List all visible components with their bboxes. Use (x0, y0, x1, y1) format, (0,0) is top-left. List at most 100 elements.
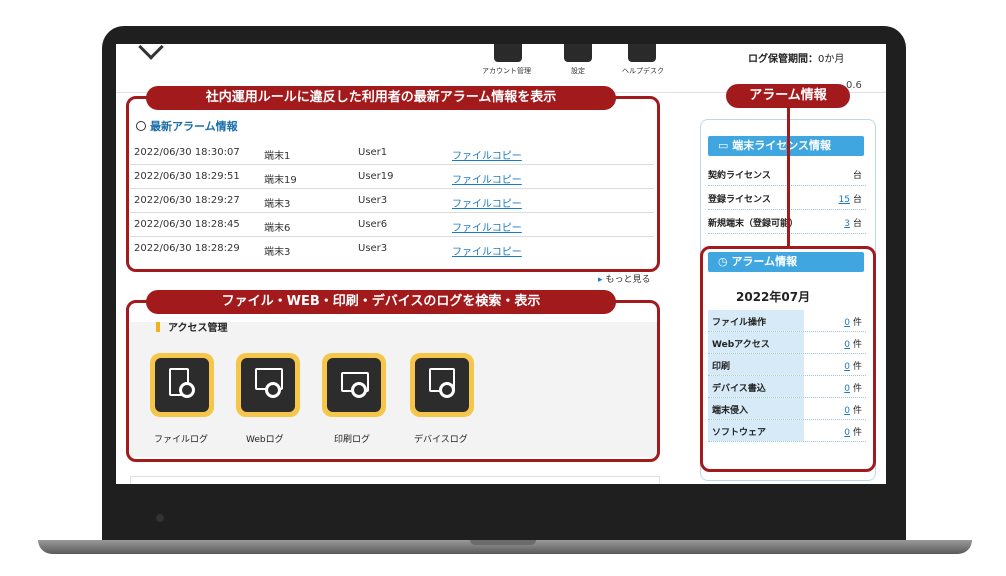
alarm-count-unit: 件 (852, 406, 862, 416)
alarm-count-link[interactable]: 0 (844, 428, 850, 438)
alarm-terminal: 端末1 (264, 151, 291, 162)
alarm-user: User3 (358, 195, 388, 206)
alarm-count-row: ファイル操作 0 件 (708, 310, 866, 332)
file-log-label: ファイルログ (154, 435, 209, 445)
alarm-count-link[interactable]: 0 (844, 384, 850, 394)
alarm-count-unit: 件 (852, 428, 862, 438)
log-callout-banner: ファイル・WEB・印刷・デバイスのログを検索・表示 (146, 290, 616, 314)
device-log-label: デバイスログ (414, 435, 468, 445)
alarm-count-key: Webアクセス (708, 332, 804, 353)
alarm-count-key: ファイル操作 (708, 310, 804, 331)
alarm-time: 2022/06/30 18:28:29 (134, 243, 240, 254)
app-screen: アカウント管理 設定 ヘルプデスク ログ保管期間：0か月 0.6 最新アラーム情… (116, 44, 886, 484)
alarm-count-key: デバイス書込 (708, 376, 804, 397)
alarm-count-value: 0件 (844, 381, 862, 394)
alarm-time: 2022/06/30 18:29:27 (134, 195, 240, 206)
web-log-label: Webログ (246, 435, 284, 445)
alarm-count-value: 0件 (844, 425, 862, 438)
alarm-user: User19 (358, 171, 394, 182)
table-row: 2022/06/30 18:30:07 端末1 User1 ファイルコピー (130, 141, 654, 165)
license-header: ▭ 端末ライセンス情報 (708, 136, 864, 156)
license-count-link[interactable]: 15 (839, 195, 850, 205)
account-icon[interactable] (494, 44, 522, 62)
alarm-count-value: 0件 (844, 403, 862, 416)
more-link[interactable]: もっと見る (598, 272, 651, 285)
alarm-count-link[interactable]: 0 (844, 362, 850, 372)
alarm-count-unit: 件 (852, 318, 862, 328)
alarm-count-value: 0件 (844, 337, 862, 350)
alarm-time: 2022/06/30 18:30:07 (134, 147, 240, 158)
alarm-terminal: 端末19 (264, 175, 297, 186)
alarm-panel-title: 最新アラーム情報 (136, 118, 238, 134)
web-log-icon (241, 358, 295, 412)
alarm-user: User1 (358, 147, 388, 158)
laptop-notch (470, 540, 536, 545)
alarm-count-key: ソフトウェア (708, 420, 804, 441)
alarm-count-value: 0件 (844, 359, 862, 372)
alarm-action-link[interactable]: ファイルコピー (452, 171, 522, 186)
alarm-count-row: ソフトウェア 0 件 (708, 420, 866, 442)
alarm-terminal: 端末3 (264, 199, 291, 210)
web-log-button[interactable] (236, 353, 300, 417)
table-row: 2022/06/30 18:29:27 端末3 User3 ファイルコピー (130, 189, 654, 213)
alarm-count-unit: 件 (852, 340, 862, 350)
file-log-button[interactable] (150, 353, 214, 417)
info-icon (136, 121, 146, 131)
logo-icon (138, 44, 164, 60)
license-value: 15 台 (839, 192, 862, 205)
alarm-panel-title-text: 最新アラーム情報 (150, 120, 238, 133)
clock-icon: ◷ (718, 255, 732, 268)
license-value: 台 (853, 168, 862, 181)
alarm-count-row: デバイス書込 0 件 (708, 376, 866, 398)
camera-icon (156, 514, 164, 522)
printer-log-icon (327, 358, 381, 412)
license-key: 契約ライセンス (708, 171, 771, 181)
device-log-icon (415, 358, 469, 412)
alarm-user: User3 (358, 243, 388, 254)
alarm-count-unit: 件 (852, 362, 862, 372)
license-unit: 台 (852, 195, 862, 205)
print-log-button[interactable] (322, 353, 386, 417)
print-log-label: 印刷ログ (334, 435, 371, 445)
alarm-user: User6 (358, 219, 388, 230)
log-period-label: ログ保管期間： (748, 54, 818, 65)
settings-icon[interactable] (564, 44, 592, 62)
alarm-terminal: 端末3 (264, 247, 291, 258)
alarm-month: 2022年07月 (736, 290, 811, 304)
alarm-count-row: 印刷 0 件 (708, 354, 866, 376)
license-title: 端末ライセンス情報 (732, 139, 832, 152)
alarm-callout-banner: 社内運用ルールに違反した利用者の最新アラーム情報を表示 (146, 86, 616, 110)
callout-connector (787, 108, 790, 248)
alarm-count-value: 0件 (844, 315, 862, 328)
license-value: 3台 (844, 216, 862, 229)
alarm-info-header: ◷ アラーム情報 (708, 252, 864, 272)
access-panel-title: アクセス管理 (156, 319, 228, 334)
nav-helpdesk[interactable]: ヘルプデスク (622, 66, 664, 76)
alarm-count-row: 端末侵入 0 件 (708, 398, 866, 420)
license-unit: 台 (852, 219, 862, 229)
bottom-panel (130, 476, 660, 484)
alarm-action-link[interactable]: ファイルコピー (452, 147, 522, 162)
alarm-action-link[interactable]: ファイルコピー (452, 195, 522, 210)
alarm-count-unit: 件 (852, 384, 862, 394)
alarm-count-link[interactable]: 0 (844, 340, 850, 350)
alarm-count-link[interactable]: 0 (844, 318, 850, 328)
nav-account[interactable]: アカウント管理 (482, 66, 531, 76)
mail-icon[interactable] (628, 44, 656, 62)
alarm-time: 2022/06/30 18:29:51 (134, 171, 240, 182)
alarm-count-key: 端末侵入 (708, 398, 804, 419)
alarm-terminal: 端末6 (264, 223, 291, 234)
nav-settings[interactable]: 設定 (571, 66, 585, 76)
alarm-action-link[interactable]: ファイルコピー (452, 219, 522, 234)
device-log-button[interactable] (410, 353, 474, 417)
alarm-count-link[interactable]: 0 (844, 406, 850, 416)
alarm-info-title: アラーム情報 (731, 255, 798, 268)
file-log-icon (155, 358, 209, 412)
sidebar-callout-banner: アラーム情報 (726, 84, 850, 108)
license-key: 新規端末（登録可能） (708, 219, 799, 229)
table-row: 2022/06/30 18:28:29 端末3 User3 ファイルコピー (130, 237, 654, 261)
alarm-action-link[interactable]: ファイルコピー (452, 243, 522, 258)
license-count-link[interactable]: 3 (844, 219, 850, 229)
license-unit: 台 (852, 171, 862, 181)
license-key: 登録ライセンス (708, 195, 771, 205)
